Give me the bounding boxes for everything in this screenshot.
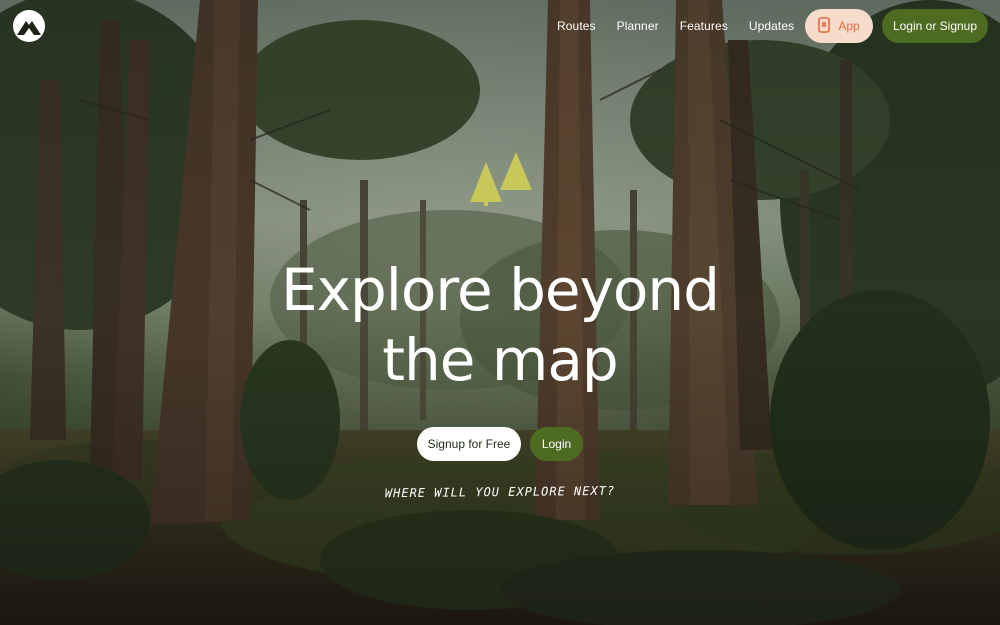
phone-icon: [818, 16, 831, 36]
hero-title-line-1: Explore beyond: [281, 256, 720, 324]
signup-for-free-button[interactable]: Signup for Free: [417, 427, 521, 461]
app-button[interactable]: App: [805, 9, 873, 43]
top-navigation-bar: Routes Planner Features Updates App Logi…: [0, 0, 1000, 52]
main-nav: Routes Planner Features Updates: [557, 0, 794, 52]
app-button-label: App: [838, 19, 860, 33]
twin-trees-icon: [466, 150, 534, 208]
hero-title: Explore beyond the map: [200, 255, 800, 395]
login-button[interactable]: Login: [530, 427, 583, 461]
hero-title-line-2: the map: [382, 326, 618, 394]
nav-link-planner[interactable]: Planner: [617, 19, 659, 33]
hero-cta-row: Signup for Free Login: [0, 427, 1000, 461]
nav-link-features[interactable]: Features: [680, 19, 728, 33]
nav-link-routes[interactable]: Routes: [557, 19, 596, 33]
nav-link-updates[interactable]: Updates: [749, 19, 794, 33]
mountain-logo-icon[interactable]: [12, 9, 46, 43]
login-or-signup-button[interactable]: Login or Signup: [882, 9, 988, 43]
